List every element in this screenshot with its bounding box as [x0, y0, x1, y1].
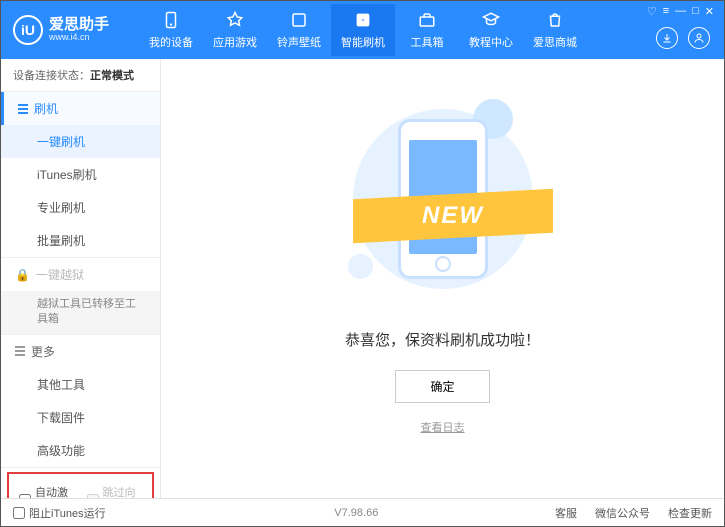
- gift-icon[interactable]: ♡: [647, 5, 657, 18]
- minimize-button[interactable]: —: [675, 5, 686, 18]
- sidebar-head-jailbreak: 🔒 一键越狱: [1, 258, 160, 291]
- user-button[interactable]: [688, 27, 710, 49]
- maximize-button[interactable]: □: [692, 5, 699, 18]
- jailbreak-note: 越狱工具已转移至工具箱: [1, 291, 160, 334]
- sidebar-item-download-firmware[interactable]: 下载固件: [1, 401, 160, 434]
- success-illustration: NEW: [343, 99, 543, 299]
- sidebar-item-batch-flash[interactable]: 批量刷机: [1, 224, 160, 257]
- app-logo: iU 爱思助手 www.i4.cn: [13, 15, 109, 45]
- nav-apps[interactable]: 应用游戏: [203, 4, 267, 56]
- ringtone-icon: [289, 10, 309, 30]
- list-icon: [18, 104, 28, 114]
- nav-flash[interactable]: 智能刷机: [331, 4, 395, 56]
- nav-toolbox[interactable]: 工具箱: [395, 4, 459, 56]
- confirm-button[interactable]: 确定: [395, 370, 489, 403]
- sidebar-item-pro-flash[interactable]: 专业刷机: [1, 191, 160, 224]
- close-button[interactable]: ✕: [705, 5, 714, 18]
- download-button[interactable]: [656, 27, 678, 49]
- nav-my-device[interactable]: 我的设备: [139, 4, 203, 56]
- success-message: 恭喜您，保资料刷机成功啦！: [345, 329, 540, 350]
- logo-title: 爱思助手: [49, 17, 109, 34]
- view-log-link[interactable]: 查看日志: [421, 419, 465, 435]
- sidebar-head-flash[interactable]: 刷机: [1, 92, 160, 125]
- version-label: V7.98.66: [334, 507, 378, 519]
- footer-wechat[interactable]: 微信公众号: [595, 505, 650, 521]
- sidebar-item-other-tools[interactable]: 其他工具: [1, 368, 160, 401]
- nav-ringtones[interactable]: 铃声壁纸: [267, 4, 331, 56]
- apps-icon: [225, 10, 245, 30]
- sidebar-head-more[interactable]: 更多: [1, 335, 160, 368]
- footer-update[interactable]: 检查更新: [668, 505, 712, 521]
- sidebar-item-onekey-flash[interactable]: 一键刷机: [1, 125, 160, 158]
- sidebar-item-advanced[interactable]: 高级功能: [1, 434, 160, 467]
- flash-icon: [353, 10, 373, 30]
- device-icon: [161, 10, 181, 30]
- ribbon-text: NEW: [422, 202, 484, 230]
- footer-support[interactable]: 客服: [555, 505, 577, 521]
- logo-subtitle: www.i4.cn: [49, 33, 109, 43]
- block-itunes-checkbox[interactable]: 阻止iTunes运行: [13, 505, 106, 521]
- skip-guide-checkbox[interactable]: 跳过向导: [87, 484, 143, 498]
- store-icon: [545, 10, 565, 30]
- sidebar-item-itunes-flash[interactable]: iTunes刷机: [1, 158, 160, 191]
- menu-icon[interactable]: ≡: [663, 5, 669, 18]
- tutorial-icon: [481, 10, 501, 30]
- toolbox-icon: [417, 10, 437, 30]
- auto-activate-checkbox[interactable]: 自动激活: [19, 484, 75, 498]
- options-highlight-box: 自动激活 跳过向导: [7, 472, 154, 498]
- list-icon: [15, 346, 25, 356]
- nav-store[interactable]: 爱思商城: [523, 4, 587, 56]
- connection-status: 设备连接状态：正常模式: [1, 59, 160, 92]
- lock-icon: 🔒: [15, 268, 30, 282]
- logo-icon: iU: [13, 15, 43, 45]
- nav-tutorials[interactable]: 教程中心: [459, 4, 523, 56]
